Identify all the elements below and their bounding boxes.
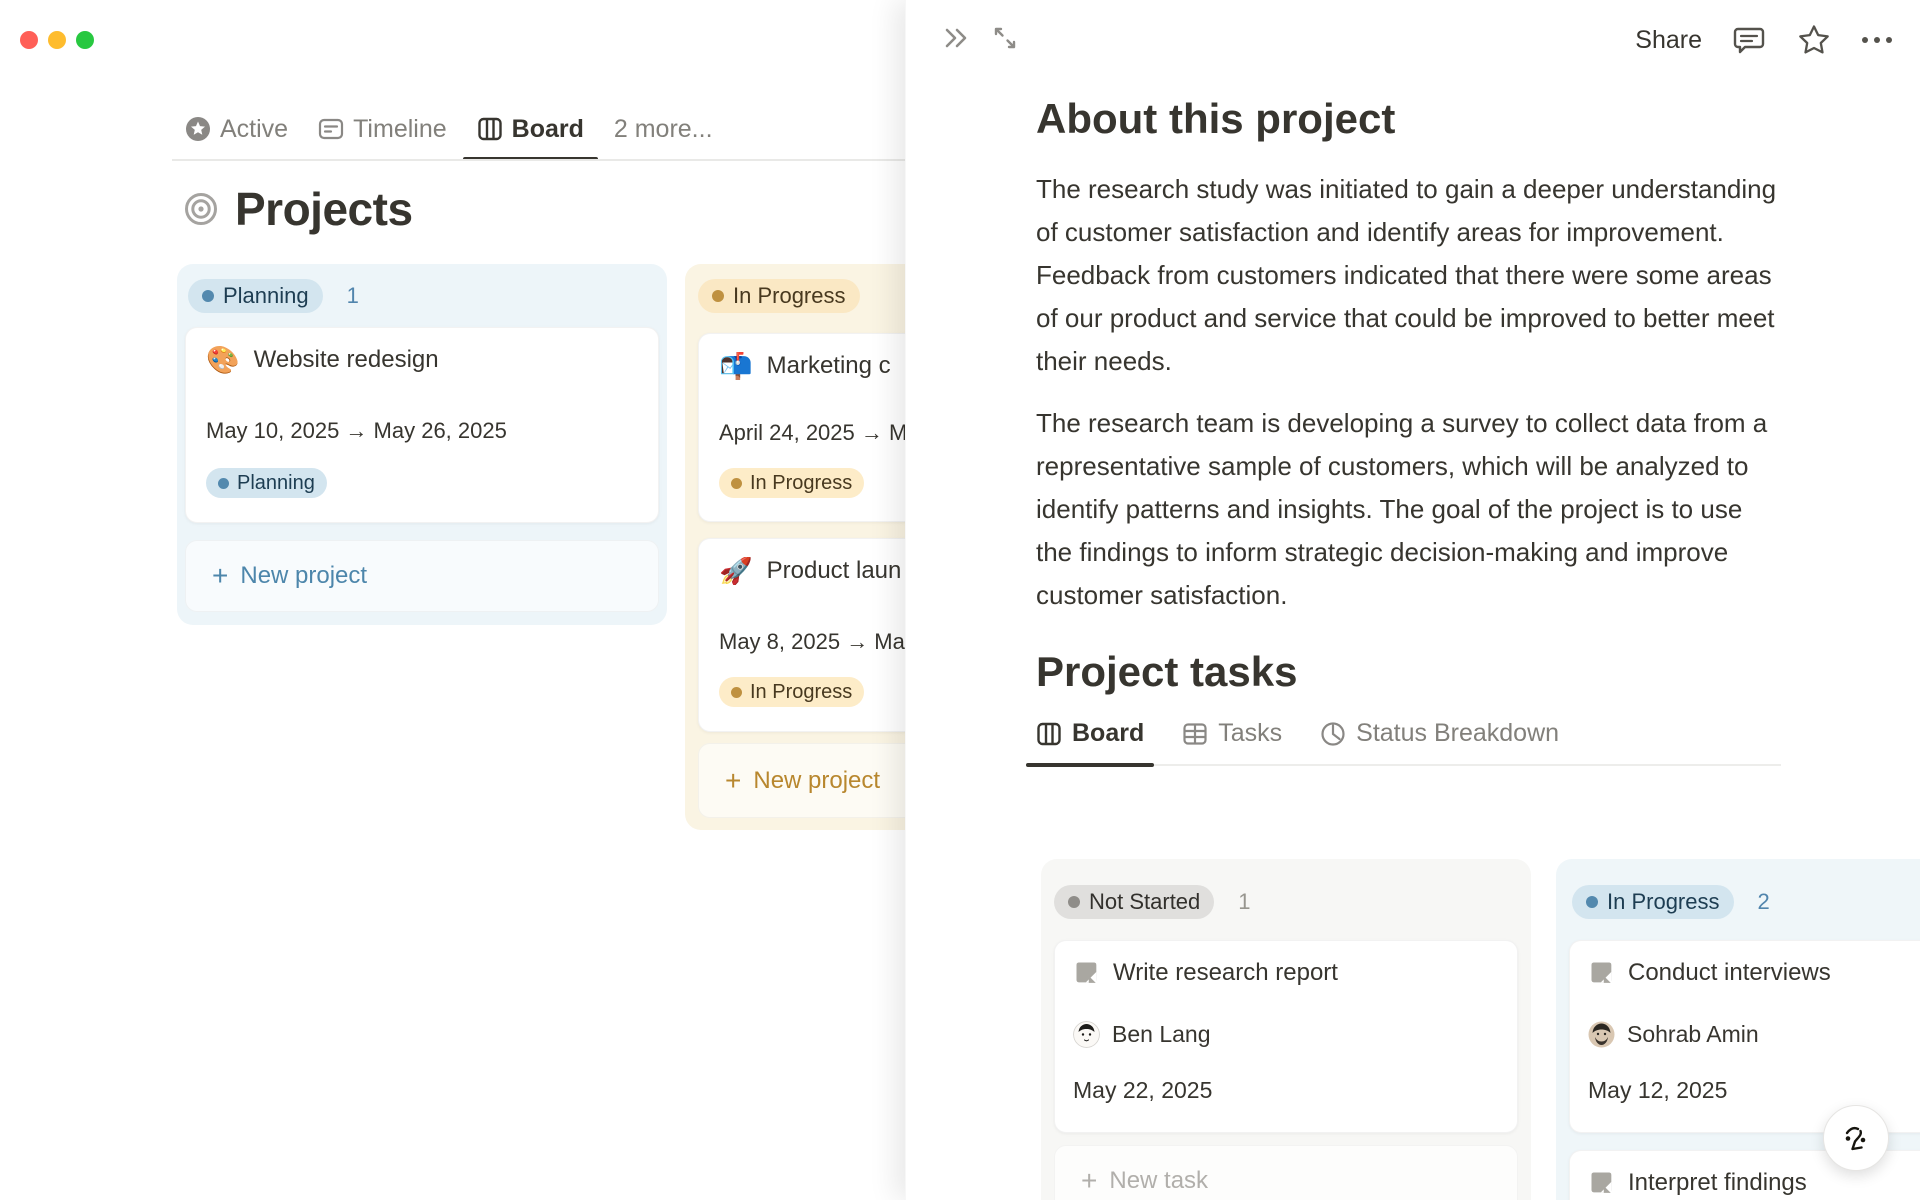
about-paragraph-1: The research study was initiated to gain… <box>1036 174 1777 376</box>
about-paragraph-2: The research team is developing a survey… <box>1036 408 1768 610</box>
view-tab-label: Board <box>511 114 584 143</box>
task-card-conduct-interviews[interactable]: Conduct interviews Sohrab Amin May 12, 2… <box>1569 940 1920 1133</box>
page-title: Projects <box>235 183 413 235</box>
task-column-not-started: Not Started 1 Write research report Ben … <box>1041 859 1531 1200</box>
tabs-divider <box>172 159 905 161</box>
favorite-star-icon[interactable] <box>1796 22 1832 58</box>
share-button[interactable]: Share <box>1635 26 1702 55</box>
status-pill-in-progress[interactable]: In Progress <box>698 279 860 313</box>
avatar <box>1073 1021 1100 1048</box>
assignee-name: Ben Lang <box>1112 1021 1211 1047</box>
card-status-tag: In Progress <box>719 468 865 498</box>
expand-page-icon[interactable] <box>989 22 1021 54</box>
assignee-name: Sohrab Amin <box>1627 1021 1759 1047</box>
card-dates: May 8, 2025 → Ma <box>719 629 905 654</box>
card-status-tag: Planning <box>206 468 327 498</box>
card-title: Marketing c <box>766 352 891 379</box>
zoom-button[interactable] <box>76 31 94 49</box>
view-tab-label: Timeline <box>353 114 447 143</box>
column-count: 1 <box>346 283 359 308</box>
timeline-icon <box>318 116 344 142</box>
window-controls <box>20 31 94 49</box>
card-title: Product laun <box>766 557 902 584</box>
card-title: Conduct interviews <box>1628 959 1831 986</box>
table-icon <box>1182 721 1208 747</box>
close-peek-icon[interactable] <box>939 22 971 54</box>
view-tab-label: Active <box>220 114 289 143</box>
tab-status-breakdown[interactable]: Status Breakdown <box>1320 719 1559 764</box>
board-icon <box>1036 721 1062 747</box>
comments-icon[interactable] <box>1732 23 1766 57</box>
card-status-tag: In Progress <box>719 677 865 707</box>
mailbox-emoji-icon: 📬 <box>719 352 753 380</box>
target-icon <box>183 191 219 227</box>
section-heading-project-tasks: Project tasks <box>1036 648 1298 695</box>
task-card-write-research-report[interactable]: Write research report Ben Lang May 22, 2… <box>1054 940 1518 1133</box>
card-title: Write research report <box>1113 959 1338 986</box>
tab-tasks-table[interactable]: Tasks <box>1182 719 1282 764</box>
view-tabs: Active Timeline Board 2 more... <box>185 113 713 161</box>
board-column-planning: Planning 1 🎨 Website redesign May 10, 20… <box>177 264 667 625</box>
palette-emoji-icon: 🎨 <box>206 346 240 374</box>
card-dates: May 10, 2025 → May 26, 2025 <box>206 418 507 443</box>
column-count: 1 <box>1238 889 1251 914</box>
more-options-icon[interactable] <box>1862 37 1892 43</box>
status-dot <box>218 477 229 489</box>
task-note-icon <box>1588 1169 1616 1197</box>
new-project-button[interactable]: + New project <box>185 540 659 612</box>
tab-more-views[interactable]: 2 more... <box>614 115 713 144</box>
project-card-website-redesign[interactable]: 🎨 Website redesign May 10, 2025 → May 26… <box>185 327 659 523</box>
status-dot <box>712 290 724 302</box>
view-tab-label: 2 more... <box>613 114 713 143</box>
card-title: Website redesign <box>253 346 439 373</box>
board-icon <box>477 116 503 142</box>
tasks-view-tabs: Board Tasks Status Breakdown <box>1025 719 1781 767</box>
card-title: Interpret findings <box>1628 1169 1807 1196</box>
rocket-emoji-icon: 🚀 <box>719 557 753 585</box>
close-button[interactable] <box>20 31 38 49</box>
status-dot <box>731 477 742 489</box>
status-dot <box>202 290 214 302</box>
plus-icon: + <box>212 560 229 591</box>
task-note-icon <box>1588 959 1616 987</box>
minimize-button[interactable] <box>48 31 66 49</box>
section-heading-about: About this project <box>1036 95 1396 142</box>
plus-icon: + <box>725 764 742 796</box>
star-circle-icon <box>185 116 211 142</box>
tab-active-view[interactable]: Active <box>185 115 288 144</box>
card-dates: April 24, 2025 → M <box>719 420 908 445</box>
status-dot <box>1586 896 1598 908</box>
notion-window: Active Timeline Board 2 more... Projects <box>0 0 1920 1200</box>
status-pill-planning[interactable]: Planning <box>188 279 323 313</box>
due-date: May 12, 2025 <box>1588 1077 1728 1103</box>
status-pill-not-started[interactable]: Not Started <box>1054 885 1215 919</box>
new-task-button[interactable]: + New task <box>1054 1145 1518 1200</box>
plus-icon: + <box>1081 1165 1098 1196</box>
notion-ai-button[interactable] <box>1823 1105 1889 1171</box>
tab-timeline-view[interactable]: Timeline <box>318 115 447 144</box>
column-count: 2 <box>1757 889 1770 914</box>
status-dot <box>1068 896 1080 908</box>
tab-tasks-board[interactable]: Board <box>1025 719 1155 767</box>
avatar <box>1588 1021 1615 1048</box>
pie-clock-icon <box>1320 721 1346 747</box>
task-note-icon <box>1073 959 1101 987</box>
tab-board-view[interactable]: Board <box>462 114 599 161</box>
due-date: May 22, 2025 <box>1073 1077 1213 1103</box>
page-peek-panel: Share About this project The research st… <box>905 0 1920 1200</box>
status-dot <box>731 686 742 698</box>
status-pill-in-progress[interactable]: In Progress <box>1572 885 1734 919</box>
ai-face-icon <box>1836 1118 1876 1158</box>
